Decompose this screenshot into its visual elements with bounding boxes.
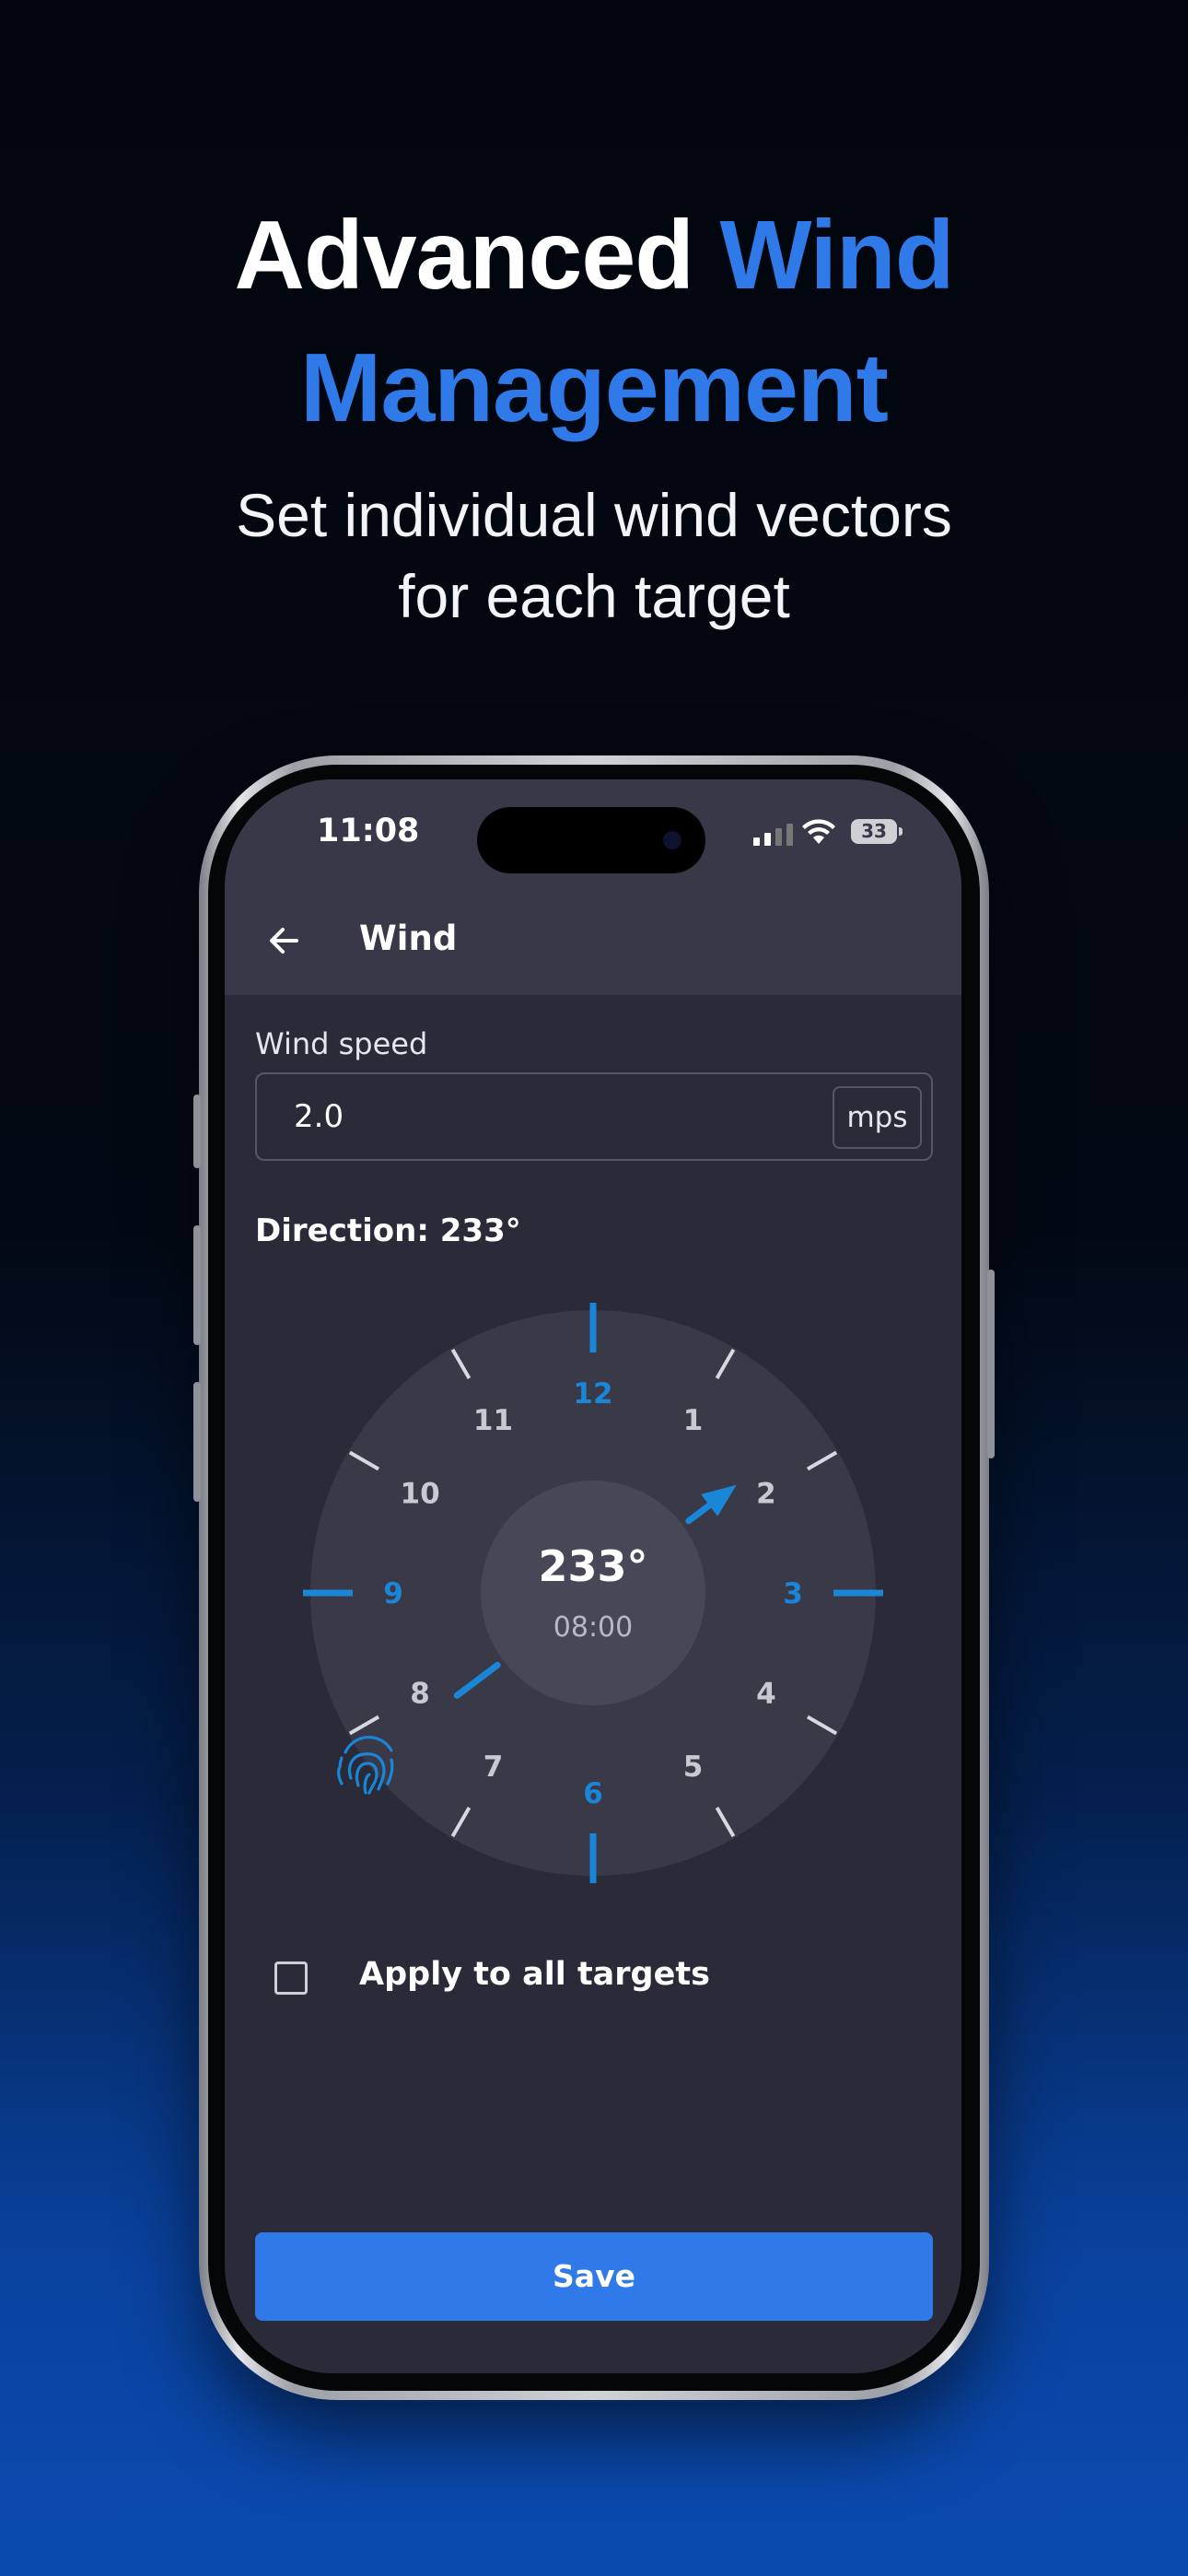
dial-hour-label-3: 3: [783, 1577, 803, 1610]
dial-hour-label-2: 2: [756, 1478, 776, 1511]
phone-volume-up-button: [193, 1225, 201, 1345]
dial-hour-label-12: 12: [573, 1377, 612, 1411]
dial-hour-label-4: 4: [756, 1678, 776, 1711]
apply-all-label[interactable]: Apply to all targets: [359, 1956, 710, 1993]
app-screen: 11:08 33 Wind Wind speed 2.0 mps Directi…: [225, 779, 961, 2373]
apply-all-row[interactable]: Apply to all targets: [274, 1956, 710, 1995]
dial-hour-label-8: 8: [410, 1678, 430, 1711]
direction-dial[interactable]: 121234567891011 233° 08:00: [225, 779, 961, 1913]
dial-center-time: 08:00: [553, 1611, 633, 1644]
phone-action-button: [193, 1095, 201, 1168]
dial-hour-label-5: 5: [683, 1751, 704, 1784]
dial-hour-label-10: 10: [401, 1478, 440, 1511]
hero-title-part1: Advanced: [234, 201, 694, 310]
hero-title: Advanced Wind Management: [0, 189, 1188, 454]
dial-center: [481, 1481, 705, 1705]
dial-hour-label-1: 1: [683, 1404, 704, 1437]
dial-hour-label-6: 6: [583, 1777, 603, 1810]
dial-center-value: 233°: [538, 1541, 647, 1591]
hero-title-part2: Wind: [719, 201, 954, 310]
hero-subtitle-line2: for each target: [398, 562, 790, 630]
hero-subtitle-line1: Set individual wind vectors: [236, 481, 952, 549]
save-button[interactable]: Save: [255, 2232, 933, 2321]
dial-hour-label-7: 7: [483, 1751, 504, 1784]
hero-title-part3: Management: [300, 334, 889, 442]
apply-all-checkbox[interactable]: [274, 1961, 308, 1995]
dial-hour-label-9: 9: [383, 1577, 403, 1610]
hero-subtitle: Set individual wind vectors for each tar…: [0, 474, 1188, 637]
phone-volume-down-button: [193, 1382, 201, 1502]
dial-hour-label-11: 11: [473, 1404, 513, 1437]
phone-power-button: [987, 1270, 995, 1458]
